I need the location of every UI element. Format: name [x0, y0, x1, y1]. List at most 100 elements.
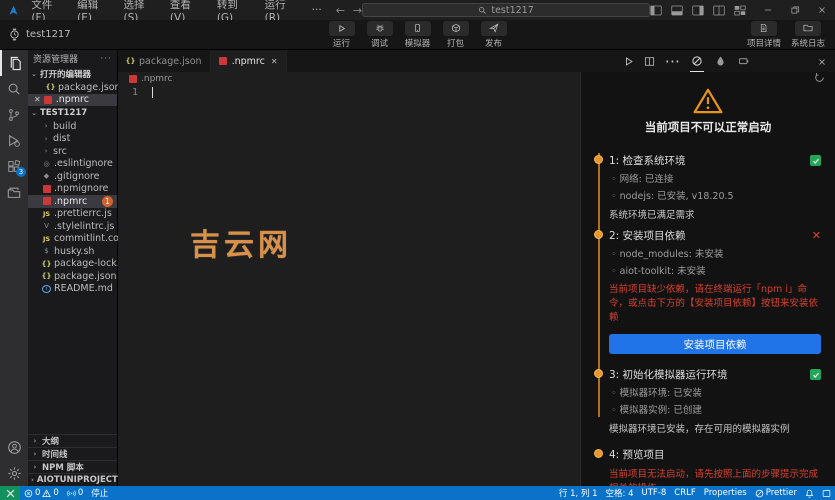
- section-outline[interactable]: ›大纲: [28, 434, 117, 447]
- open-editors-section[interactable]: ⌄ 打开的编辑器: [28, 67, 117, 81]
- folder-icon: [795, 21, 821, 36]
- tree-file-npmignore[interactable]: .npmignore: [28, 183, 117, 196]
- shell-icon: $: [42, 247, 51, 256]
- activity-source-control-icon[interactable]: [0, 102, 28, 128]
- stop-button[interactable]: 停止: [87, 486, 112, 500]
- panel-tab-status-icon[interactable]: [690, 50, 704, 72]
- run-button[interactable]: 运行: [329, 21, 355, 49]
- debug-button[interactable]: 调试: [367, 21, 393, 49]
- activity-run-debug-icon[interactable]: [0, 128, 28, 154]
- toggle-panel-icon[interactable]: [671, 5, 683, 16]
- account-icon[interactable]: [0, 434, 28, 460]
- tree-folder-dist[interactable]: ›dist: [28, 133, 117, 146]
- panel-tab-performance-icon[interactable]: [714, 50, 727, 72]
- dependency-error-text: 当前项目缺少依赖，请在终端运行「npm i」命令，或点击下方的【安装项目依赖】按…: [609, 283, 821, 324]
- toggle-secondary-sidebar-icon[interactable]: [692, 5, 704, 16]
- git-icon: ◆: [42, 172, 51, 181]
- split-editor-icon[interactable]: [644, 52, 655, 71]
- tree-file-stylelintrc[interactable]: V.stylelintrc.js: [28, 220, 117, 233]
- open-editor-npmrc[interactable]: ✕ .npmrc: [28, 94, 117, 107]
- eslint-icon: ◎: [42, 159, 51, 168]
- section-timeline[interactable]: ›时间线: [28, 447, 117, 460]
- breadcrumb[interactable]: .npmrc: [118, 72, 580, 85]
- step-preview-project: 4: 预览项目 当前项目无法启动，请先按照上面的步骤提示完成相关的操作: [609, 447, 821, 486]
- window-minimize-icon[interactable]: [763, 5, 773, 15]
- refresh-icon[interactable]: [814, 72, 825, 86]
- nav-back-icon[interactable]: ←: [336, 4, 345, 17]
- activity-extensions-icon[interactable]: 3: [0, 154, 28, 180]
- formatter-indicator[interactable]: Prettier: [751, 486, 801, 500]
- toggle-sidebar-icon[interactable]: [650, 5, 662, 16]
- extensions-badge: 3: [16, 167, 26, 177]
- menu-go[interactable]: 转到(G): [211, 0, 259, 20]
- bug-icon: [367, 21, 393, 36]
- tab-npmrc[interactable]: .npmrc ✕: [211, 50, 287, 72]
- window-close-icon[interactable]: [817, 5, 827, 15]
- tree-file-npmrc[interactable]: .npmrc 1: [28, 195, 117, 208]
- menu-more[interactable]: ···: [306, 0, 328, 20]
- notifications-bell-icon[interactable]: [801, 486, 818, 500]
- tree-file-eslintignore[interactable]: ◎.eslintignore: [28, 158, 117, 171]
- indentation-setting[interactable]: 空格: 4: [602, 486, 638, 500]
- code-editor[interactable]: .npmrc 1 吉云网: [118, 72, 580, 486]
- feedback-indicator[interactable]: 0: [63, 486, 87, 500]
- menu-selection[interactable]: 选择(S): [118, 0, 164, 20]
- nav-forward-icon[interactable]: →: [353, 4, 362, 17]
- tree-file-readme[interactable]: iREADME.md: [28, 283, 117, 296]
- language-mode[interactable]: Properties: [700, 486, 751, 500]
- tree-file-package-json[interactable]: {}package.json: [28, 270, 117, 283]
- section-npm-scripts[interactable]: ›NPM 脚本: [28, 460, 117, 473]
- chevron-right-icon: ›: [31, 437, 39, 445]
- install-dependencies-button[interactable]: 安装项目依赖: [609, 334, 821, 354]
- project-tree-section[interactable]: ⌄ TEST1217: [28, 106, 117, 120]
- ide-window: 文件(F) 编辑(E) 选择(S) 查看(V) 转到(G) 运行(R) ··· …: [0, 0, 835, 500]
- timeline-dot: [594, 155, 603, 164]
- simulator-button[interactable]: 模拟器: [405, 21, 431, 49]
- more-actions-icon[interactable]: ···: [665, 52, 680, 71]
- search-icon: [478, 6, 487, 15]
- tree-file-package-lock[interactable]: {}package-lock.json: [28, 258, 117, 271]
- settings-gear-icon[interactable]: [0, 460, 28, 486]
- package-button[interactable]: 打包: [443, 21, 469, 49]
- chevron-right-icon: ›: [42, 147, 50, 155]
- menu-run[interactable]: 运行(R): [259, 0, 306, 20]
- menu-file[interactable]: 文件(F): [25, 0, 71, 20]
- package-icon: [443, 21, 469, 36]
- close-tab-icon[interactable]: ✕: [271, 57, 278, 66]
- tree-file-prettierrc[interactable]: JS.prettierrc.js: [28, 208, 117, 221]
- panel-tab-battery-icon[interactable]: [737, 50, 751, 72]
- activity-explorer-icon[interactable]: [0, 50, 28, 76]
- tree-folder-build[interactable]: ›build: [28, 120, 117, 133]
- close-icon[interactable]: ✕: [34, 95, 41, 104]
- tree-file-gitignore[interactable]: ◆.gitignore: [28, 170, 117, 183]
- feedback-smiley-icon[interactable]: [818, 486, 835, 500]
- remote-tools-indicator[interactable]: [0, 486, 20, 500]
- open-editor-package-json[interactable]: {} package.json: [28, 81, 117, 94]
- error-circle-icon: [24, 489, 33, 498]
- tab-package-json[interactable]: {} package.json: [118, 50, 211, 72]
- tree-file-husky[interactable]: $husky.sh: [28, 245, 117, 258]
- fail-x-icon: ✕: [812, 229, 821, 242]
- close-panel-icon[interactable]: [817, 52, 827, 71]
- menu-view[interactable]: 查看(V): [164, 0, 211, 20]
- eol-setting[interactable]: CRLF: [670, 486, 699, 500]
- circle-slash-icon: [755, 489, 764, 498]
- encoding-setting[interactable]: UTF-8: [638, 486, 671, 500]
- publish-button[interactable]: 发布: [481, 21, 507, 49]
- run-file-icon[interactable]: [623, 52, 634, 71]
- activity-project-manager-icon[interactable]: [0, 180, 28, 206]
- command-search-input[interactable]: test1217: [362, 3, 650, 17]
- editor-layout-icon[interactable]: [713, 5, 725, 16]
- window-restore-icon[interactable]: [790, 5, 800, 15]
- system-logs-button[interactable]: 系统日志: [791, 21, 825, 49]
- cursor-position[interactable]: 行 1, 列 1: [555, 486, 602, 500]
- activity-search-icon[interactable]: [0, 76, 28, 102]
- tree-folder-src[interactable]: ›src: [28, 145, 117, 158]
- sidebar-more-actions-icon[interactable]: ···: [100, 54, 112, 64]
- project-details-button[interactable]: 项目详情: [747, 21, 781, 49]
- tree-file-commitlint[interactable]: JScommitlint.config.js: [28, 233, 117, 246]
- problems-indicator[interactable]: 0 0: [20, 486, 63, 500]
- section-aiotuniproject[interactable]: ›AIOTUNIPROJECT: [28, 473, 117, 486]
- customize-layout-icon[interactable]: [734, 5, 746, 16]
- menu-edit[interactable]: 编辑(E): [71, 0, 117, 20]
